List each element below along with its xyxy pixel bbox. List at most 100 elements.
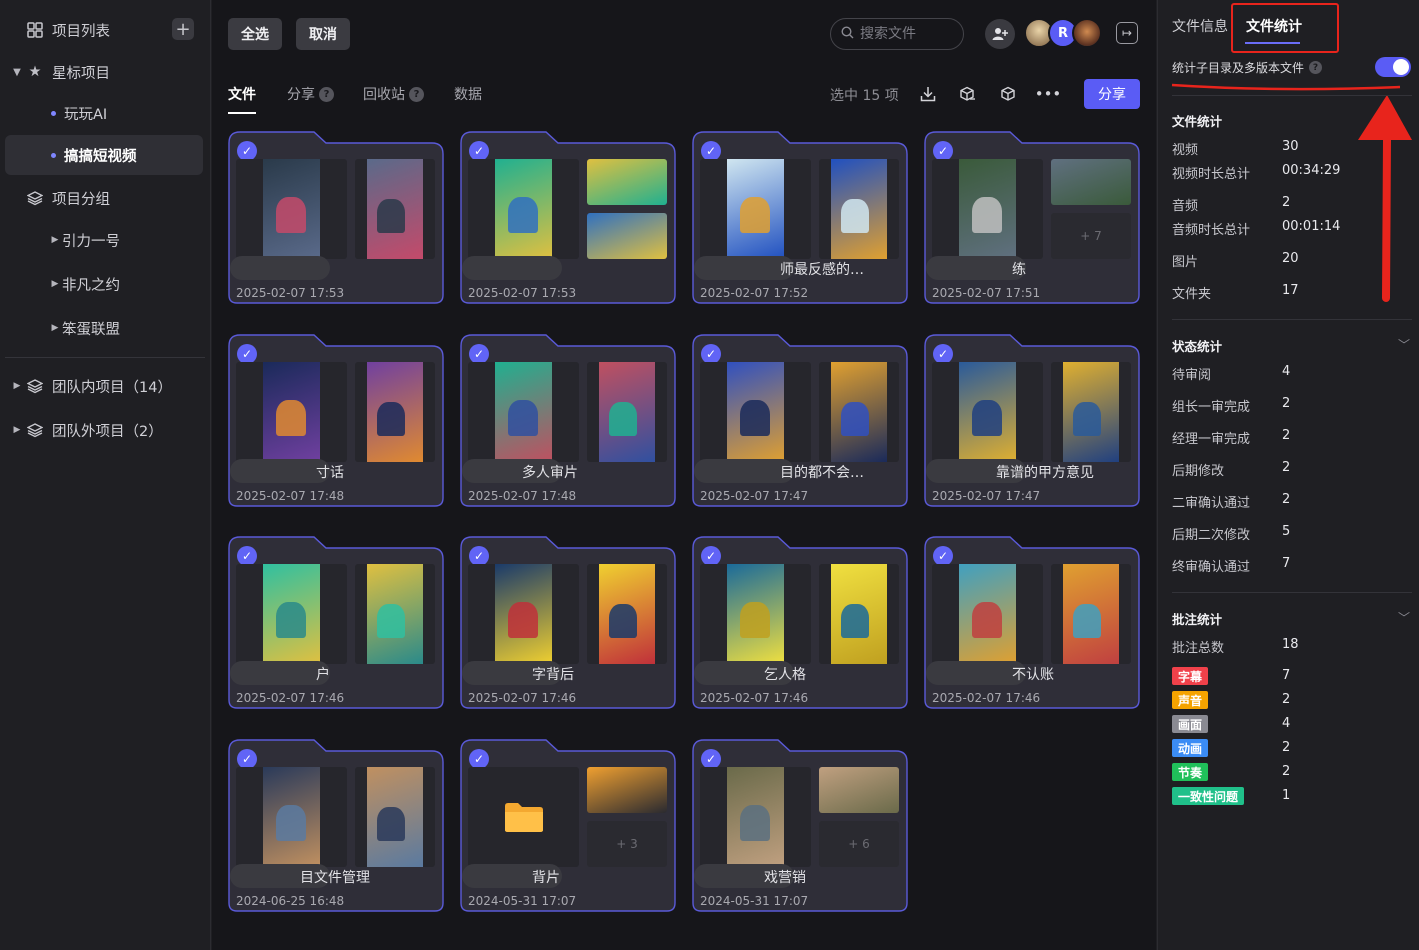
- stat-label: 视频时长总计: [1172, 167, 1251, 182]
- sidebar-team-out[interactable]: ▶ 团队外项目（2）: [0, 410, 211, 450]
- video-thumbnail: [819, 564, 899, 664]
- selected-check-icon[interactable]: ✓: [701, 141, 721, 161]
- selected-check-icon[interactable]: ✓: [469, 546, 489, 566]
- selected-check-icon[interactable]: ✓: [933, 344, 953, 364]
- folder-card[interactable]: ✓ 不认账 2025-02-07 17:46: [924, 536, 1140, 709]
- selected-check-icon[interactable]: ✓: [701, 546, 721, 566]
- selected-check-icon[interactable]: ✓: [933, 546, 953, 566]
- redacted-name: [462, 256, 562, 280]
- selected-check-icon[interactable]: ✓: [237, 546, 257, 566]
- add-project-button[interactable]: +: [172, 18, 194, 40]
- status-value: 2: [1282, 396, 1291, 411]
- stat-value: 00:01:14: [1282, 219, 1341, 234]
- sidebar-item-group-2[interactable]: ▶ 非凡之约: [0, 264, 211, 304]
- note-tag[interactable]: 字幕: [1172, 667, 1209, 685]
- folder-card[interactable]: ✓ 乞人格 2025-02-07 17:46: [692, 536, 908, 709]
- select-all-button[interactable]: 全选: [228, 18, 282, 50]
- move-box-icon[interactable]: [957, 84, 977, 104]
- sidebar-starred[interactable]: ▼ ★ 星标项目: [0, 52, 211, 92]
- note-tag[interactable]: 一致性问题: [1172, 787, 1245, 805]
- tab-underline: [228, 112, 256, 114]
- selected-check-icon[interactable]: ✓: [933, 141, 953, 161]
- sidebar-item-label: 引力一号: [62, 233, 120, 250]
- video-thumbnail: [700, 362, 811, 462]
- folder-date: 2024-05-31 17:07: [700, 894, 809, 908]
- folder-card[interactable]: ✓ 靠谱的甲方意见 2025-02-07 17:47: [924, 334, 1140, 507]
- folder-card[interactable]: ✓ 寸话 2025-02-07 17:48: [228, 334, 444, 507]
- video-thumbnail: [1051, 159, 1131, 205]
- video-thumbnail: [819, 767, 899, 813]
- folder-card[interactable]: ✓ + 7 练 2025-02-07 17:51: [924, 131, 1140, 304]
- selected-check-icon[interactable]: ✓: [237, 749, 257, 769]
- folder-card[interactable]: ✓ + 3 背片 2024-05-31 17:07: [460, 739, 676, 912]
- tab-file-info[interactable]: 文件信息: [1172, 16, 1228, 36]
- add-member-icon[interactable]: [985, 19, 1015, 49]
- folder-card[interactable]: ✓ 多人审片 2025-02-07 17:48: [460, 334, 676, 507]
- help-icon[interactable]: ?: [409, 86, 424, 102]
- note-tag[interactable]: 动画: [1172, 739, 1209, 757]
- folder-card[interactable]: ✓ 户 2025-02-07 17:46: [228, 536, 444, 709]
- folder-date: 2025-02-07 17:46: [700, 691, 809, 705]
- stat-label: 音频时长总计: [1172, 223, 1251, 238]
- note-total-value: 18: [1282, 637, 1299, 652]
- share-button[interactable]: 分享: [1084, 79, 1140, 109]
- note-tag[interactable]: 声音: [1172, 691, 1209, 709]
- selected-check-icon[interactable]: ✓: [701, 749, 721, 769]
- sidebar: 项目列表 + ▼ ★ 星标项目 玩玩AI 搞搞短视频 项目分组 ▶ 引力一号 ▶…: [0, 0, 211, 950]
- note-tag-count: 4: [1282, 716, 1291, 731]
- stat-value: 2: [1282, 195, 1291, 210]
- folder-date: 2025-02-07 17:53: [468, 286, 577, 300]
- sidebar-item-label: 非凡之约: [62, 277, 120, 294]
- note-tag[interactable]: 画面: [1172, 715, 1209, 733]
- package-icon[interactable]: [998, 84, 1018, 104]
- note-tag-count: 2: [1282, 764, 1291, 779]
- tab-share[interactable]: 分享 ?: [287, 84, 334, 104]
- sidebar-item-short-video[interactable]: 搞搞短视频: [5, 135, 203, 175]
- folder-card[interactable]: ✓ 字背后 2025-02-07 17:46: [460, 536, 676, 709]
- sidebar-item-group-3[interactable]: ▶ 笨蛋联盟: [0, 308, 211, 348]
- video-thumbnail: [700, 767, 811, 867]
- selected-check-icon[interactable]: ✓: [701, 344, 721, 364]
- tab-recycle[interactable]: 回收站 ?: [363, 84, 424, 104]
- sidebar-groups[interactable]: 项目分组: [0, 178, 211, 218]
- tab-data[interactable]: 数据: [454, 84, 482, 104]
- tab-files[interactable]: 文件: [228, 84, 256, 104]
- cancel-button[interactable]: 取消: [296, 18, 350, 50]
- selected-check-icon[interactable]: ✓: [469, 344, 489, 364]
- avatar[interactable]: [1072, 18, 1102, 48]
- caret-right-icon: ▶: [51, 279, 59, 289]
- note-stats-title: 批注统计: [1172, 612, 1223, 627]
- chevron-down-icon[interactable]: ﹀: [1398, 609, 1410, 626]
- selected-check-icon[interactable]: ✓: [469, 141, 489, 161]
- search-box[interactable]: [830, 18, 964, 50]
- collapse-panel-icon[interactable]: ↦: [1116, 22, 1138, 44]
- tab-label: 回收站: [363, 87, 405, 103]
- divider: [1172, 319, 1412, 320]
- download-icon[interactable]: [918, 84, 938, 104]
- folder-date: 2025-02-07 17:52: [700, 286, 809, 300]
- folder-card[interactable]: ✓ 目的都不会… 2025-02-07 17:47: [692, 334, 908, 507]
- sidebar-item-group-1[interactable]: ▶ 引力一号: [0, 220, 211, 260]
- help-icon[interactable]: ?: [319, 86, 334, 102]
- search-input[interactable]: [860, 26, 960, 42]
- selected-check-icon[interactable]: ✓: [237, 344, 257, 364]
- folder-card[interactable]: ✓ 2025-02-07 17:53: [460, 131, 676, 304]
- redacted-name: [694, 459, 794, 483]
- more-icon[interactable]: •••: [1035, 84, 1062, 104]
- note-tag[interactable]: 节奏: [1172, 763, 1209, 781]
- divider: [1172, 592, 1412, 593]
- selected-check-icon[interactable]: ✓: [237, 141, 257, 161]
- status-value: 4: [1282, 364, 1291, 379]
- folder-card[interactable]: ✓ 师最反感的… 2025-02-07 17:52: [692, 131, 908, 304]
- status-label: 经理一审完成: [1172, 432, 1251, 447]
- folder-thumbnail: [468, 767, 579, 867]
- folder-card[interactable]: ✓ 目文件管理 2024-06-25 16:48: [228, 739, 444, 912]
- sidebar-team-in[interactable]: ▶ 团队内项目（14）: [0, 366, 211, 406]
- chevron-down-icon[interactable]: ﹀: [1398, 336, 1410, 353]
- folder-date: 2025-02-07 17:48: [236, 489, 345, 503]
- status-label: 后期二次修改: [1172, 528, 1251, 543]
- folder-card[interactable]: ✓ + 6 戏营销 2024-05-31 17:07: [692, 739, 908, 912]
- selected-check-icon[interactable]: ✓: [469, 749, 489, 769]
- sidebar-item-wanwan-ai[interactable]: 玩玩AI: [0, 93, 211, 133]
- folder-card[interactable]: ✓ 2025-02-07 17:53: [228, 131, 444, 304]
